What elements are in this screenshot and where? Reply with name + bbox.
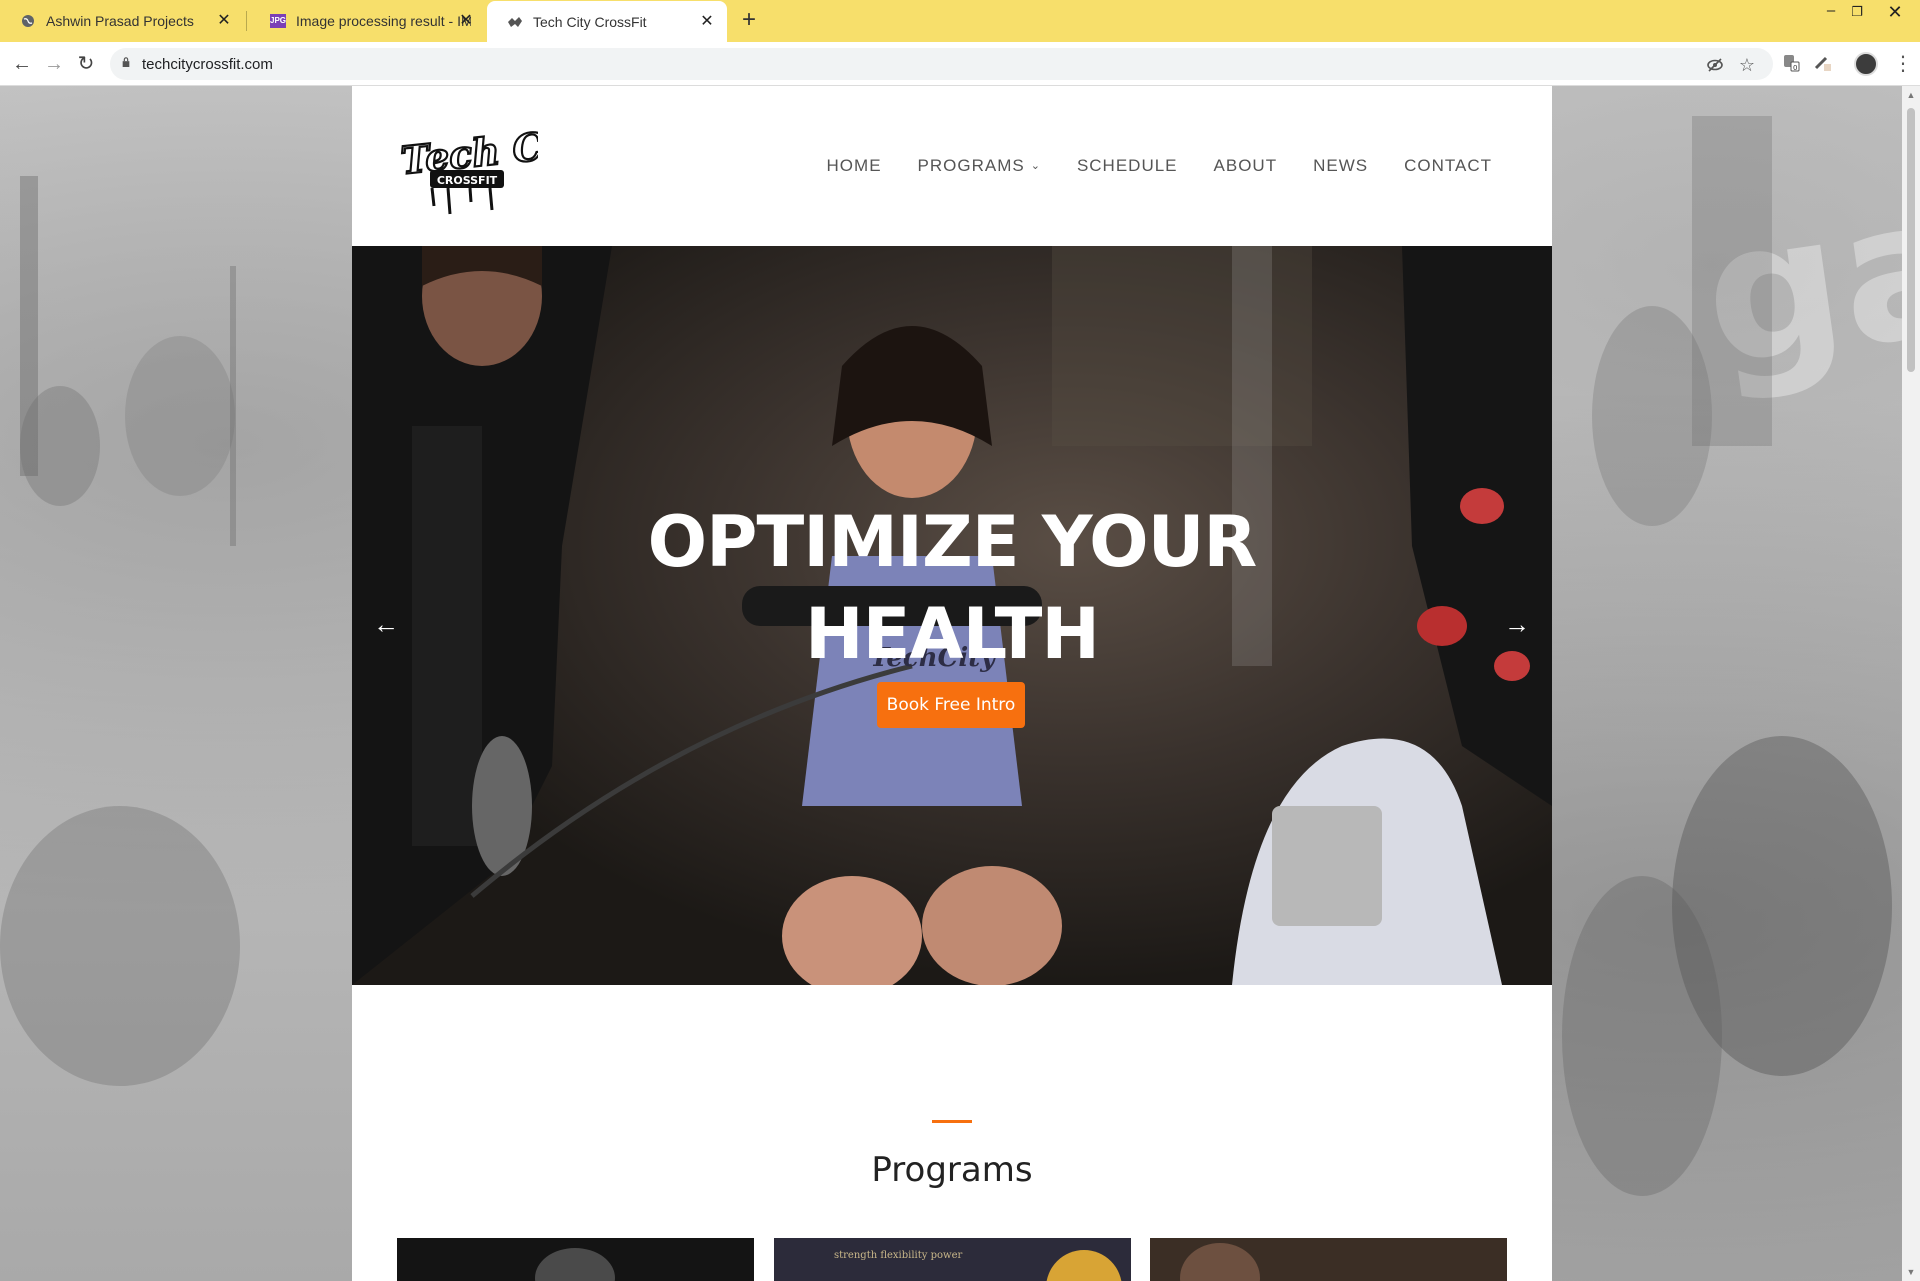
address-bar[interactable]: techcitycrossfit.com ☆: [110, 48, 1773, 80]
nav-schedule[interactable]: SCHEDULE: [1077, 156, 1178, 176]
lock-icon: [122, 57, 130, 67]
nav-label: NEWS: [1313, 156, 1369, 175]
jpg-file-icon: JPG: [270, 13, 286, 29]
nav-label: CONTACT: [1404, 156, 1492, 175]
scroll-up-arrow-icon[interactable]: ▲: [1906, 90, 1916, 100]
crossfit-favicon-icon: [507, 14, 523, 30]
nav-label: HOME: [826, 156, 882, 175]
tab-title: Image processing result - IMG o: [296, 13, 471, 29]
site-container: Tech City CROSSFIT HOME PROGRAMS ⌄ SCHEDU…: [352, 86, 1552, 1281]
svg-text:0: 0: [1793, 64, 1797, 72]
program-card-image: strength flexibility power: [834, 1250, 1122, 1281]
slider-prev-arrow-icon[interactable]: ←: [366, 604, 406, 644]
reload-icon[interactable]: ↻: [74, 52, 98, 76]
book-free-intro-button[interactable]: Book Free Intro: [877, 682, 1025, 728]
back-arrow-icon[interactable]: ←: [10, 52, 34, 76]
extension-shield-icon[interactable]: 0: [1780, 52, 1802, 74]
slider-next-arrow-icon[interactable]: →: [1497, 604, 1537, 644]
nav-label: ABOUT: [1213, 156, 1278, 175]
main-nav: HOME PROGRAMS ⌄ SCHEDULE ABOUT NEWS CONTA…: [791, 156, 1492, 176]
tab-title: Tech City CrossFit: [533, 13, 647, 30]
nav-label: SCHEDULE: [1076, 156, 1178, 175]
hero-title: OPTIMIZE YOUR HEALTH: [352, 496, 1552, 680]
nav-home[interactable]: HOME: [827, 156, 882, 176]
tracking-blocked-eye-icon[interactable]: [1706, 56, 1724, 74]
hero-title-line1: OPTIMIZE YOUR: [647, 501, 1258, 583]
tech-city-crossfit-logo[interactable]: Tech City CROSSFIT: [398, 116, 603, 216]
svg-text:CROSSFIT: CROSSFIT: [437, 174, 498, 187]
url-text: techcitycrossfit.com: [142, 56, 273, 73]
browser-toolbar: ← → ↻ techcitycrossfit.com ☆ 0 ⋮: [0, 42, 1920, 86]
bookmark-star-icon[interactable]: ☆: [1738, 56, 1756, 74]
scrollbar-thumb[interactable]: [1907, 108, 1915, 372]
extension-eyedropper-icon[interactable]: [1811, 52, 1833, 74]
restore-icon[interactable]: ❐: [1842, 4, 1872, 20]
new-tab-plus-icon[interactable]: +: [736, 8, 762, 34]
tab-tech-city-crossfit[interactable]: Tech City CrossFit ✕: [487, 1, 727, 42]
close-tab-icon[interactable]: ✕: [456, 11, 476, 31]
forward-arrow-icon[interactable]: →: [42, 52, 66, 76]
close-tab-icon[interactable]: ✕: [214, 11, 234, 31]
profile-avatar[interactable]: [1854, 52, 1878, 76]
program-card-3[interactable]: [1150, 1238, 1507, 1281]
program-card-2[interactable]: strength flexibility power: [774, 1238, 1131, 1281]
page-viewport: gal Tech City CROSSFIT HOME PROGRAMS ⌄ S…: [0, 86, 1902, 1281]
svg-text:strength flexibility power: strength flexibility power: [834, 1250, 962, 1261]
chevron-down-icon: ⌄: [1030, 160, 1041, 172]
tab-title: Ashwin Prasad Projects: [46, 13, 194, 29]
site-header: Tech City CROSSFIT HOME PROGRAMS ⌄ SCHEDU…: [352, 86, 1552, 246]
tab-ashwin-projects[interactable]: Ashwin Prasad Projects ✕: [0, 0, 244, 42]
tab-image-processing[interactable]: JPG Image processing result - IMG o ✕: [250, 0, 486, 42]
hero-title-line2: HEALTH: [805, 593, 1100, 675]
background-photo-right: [1562, 116, 1892, 1196]
browser-menu-icon[interactable]: ⋮: [1893, 51, 1913, 76]
nav-about[interactable]: ABOUT: [1214, 156, 1278, 176]
program-card-image: [535, 1248, 615, 1281]
globe-icon: [20, 13, 36, 29]
section-accent-rule: [932, 1120, 972, 1123]
window-close-icon[interactable]: ✕: [1880, 2, 1910, 23]
program-card-1[interactable]: [397, 1238, 754, 1281]
hero-slider: TechCity OPTIMIZE YOUR HEALTH Book Free …: [352, 246, 1552, 985]
tab-separator: [246, 11, 247, 31]
programs-heading: Programs: [871, 1150, 1033, 1190]
program-card-image: [1180, 1243, 1260, 1281]
nav-label: PROGRAMS: [917, 156, 1025, 175]
scroll-down-arrow-icon[interactable]: ▼: [1906, 1267, 1916, 1277]
nav-contact[interactable]: CONTACT: [1404, 156, 1492, 176]
nav-news[interactable]: NEWS: [1313, 156, 1368, 176]
background-photo-left: [0, 176, 240, 1086]
tab-strip: Ashwin Prasad Projects ✕ JPG Image proce…: [0, 0, 1920, 42]
page-scrollbar[interactable]: ▲ ▼: [1902, 86, 1920, 1281]
close-tab-icon[interactable]: ✕: [697, 12, 717, 32]
nav-programs[interactable]: PROGRAMS ⌄: [918, 156, 1041, 176]
